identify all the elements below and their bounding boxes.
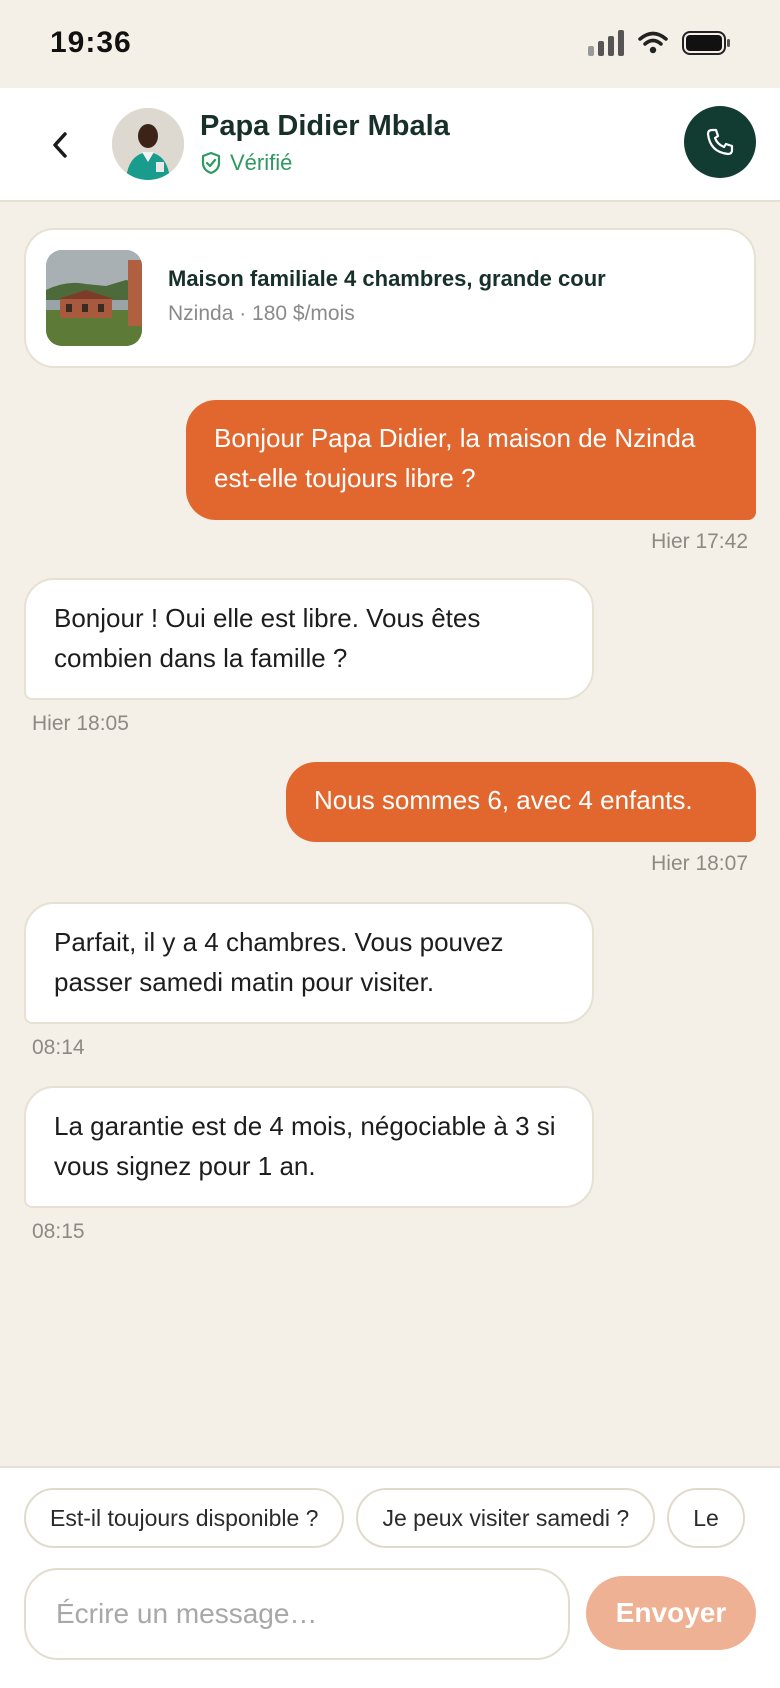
status-icons <box>588 30 732 56</box>
listing-subtitle: Nzinda · 180 $/mois <box>168 302 355 325</box>
listing-thumbnail <box>46 250 142 346</box>
message-timestamp: 08:15 <box>32 1220 85 1243</box>
chevron-left-icon <box>53 132 67 158</box>
quick-reply-chip[interactable]: Je peux visiter samedi ? <box>356 1488 656 1548</box>
message-bubble-outgoing[interactable]: Bonjour Papa Didier, la maison de Nzinda… <box>186 400 756 520</box>
status-time: 19:36 <box>50 26 132 59</box>
send-button[interactable]: Envoyer <box>586 1576 756 1650</box>
composer-bar: Est-il toujours disponible ? Je peux vis… <box>0 1466 780 1688</box>
chat-header: Papa Didier Mbala Vérifié <box>0 88 780 202</box>
verified-badge: Vérifié <box>200 150 292 176</box>
phone-icon <box>706 128 734 156</box>
house-photo <box>46 250 142 346</box>
quick-reply-chip[interactable]: Est-il toujours disponible ? <box>24 1488 345 1548</box>
message-bubble-incoming[interactable]: La garantie est de 4 mois, négociable à … <box>24 1086 594 1208</box>
quick-replies: Est-il toujours disponible ? Je peux vis… <box>24 1488 756 1550</box>
battery-icon <box>682 31 730 55</box>
signal-icon <box>588 30 624 56</box>
listing-card[interactable]: Maison familiale 4 chambres, grande cour… <box>24 228 756 368</box>
back-button[interactable] <box>40 120 80 170</box>
message-text: Nous sommes 6, avec 4 enfants. <box>314 785 693 815</box>
message-text: Bonjour ! Oui elle est libre. Vous êtes … <box>54 603 481 673</box>
wifi-icon <box>638 31 668 54</box>
message-text: La garantie est de 4 mois, négociable à … <box>54 1111 556 1181</box>
status-bar: 19:36 <box>0 0 780 88</box>
message-input[interactable] <box>24 1568 570 1660</box>
message-timestamp: Hier 18:05 <box>32 712 129 735</box>
verified-label: Vérifié <box>230 150 293 175</box>
quick-reply-chip[interactable]: Le <box>667 1488 745 1548</box>
shield-check-icon <box>201 151 221 175</box>
listing-title: Maison familiale 4 chambres, grande cour <box>168 266 606 291</box>
message-text: Bonjour Papa Didier, la maison de Nzinda… <box>214 423 696 493</box>
message-text: Parfait, il y a 4 chambres. Vous pouvez … <box>54 927 504 997</box>
message-bubble-incoming[interactable]: Parfait, il y a 4 chambres. Vous pouvez … <box>24 902 594 1024</box>
message-timestamp: 08:14 <box>32 1036 85 1059</box>
message-timestamp: Hier 17:42 <box>651 530 748 553</box>
avatar-photo <box>112 108 184 180</box>
message-bubble-incoming[interactable]: Bonjour ! Oui elle est libre. Vous êtes … <box>24 578 594 700</box>
call-button[interactable] <box>684 106 756 178</box>
message-timestamp: Hier 18:07 <box>651 852 748 875</box>
message-bubble-outgoing[interactable]: Nous sommes 6, avec 4 enfants. <box>286 762 756 842</box>
avatar <box>112 108 184 180</box>
contact-name: Papa Didier Mbala <box>200 110 450 142</box>
